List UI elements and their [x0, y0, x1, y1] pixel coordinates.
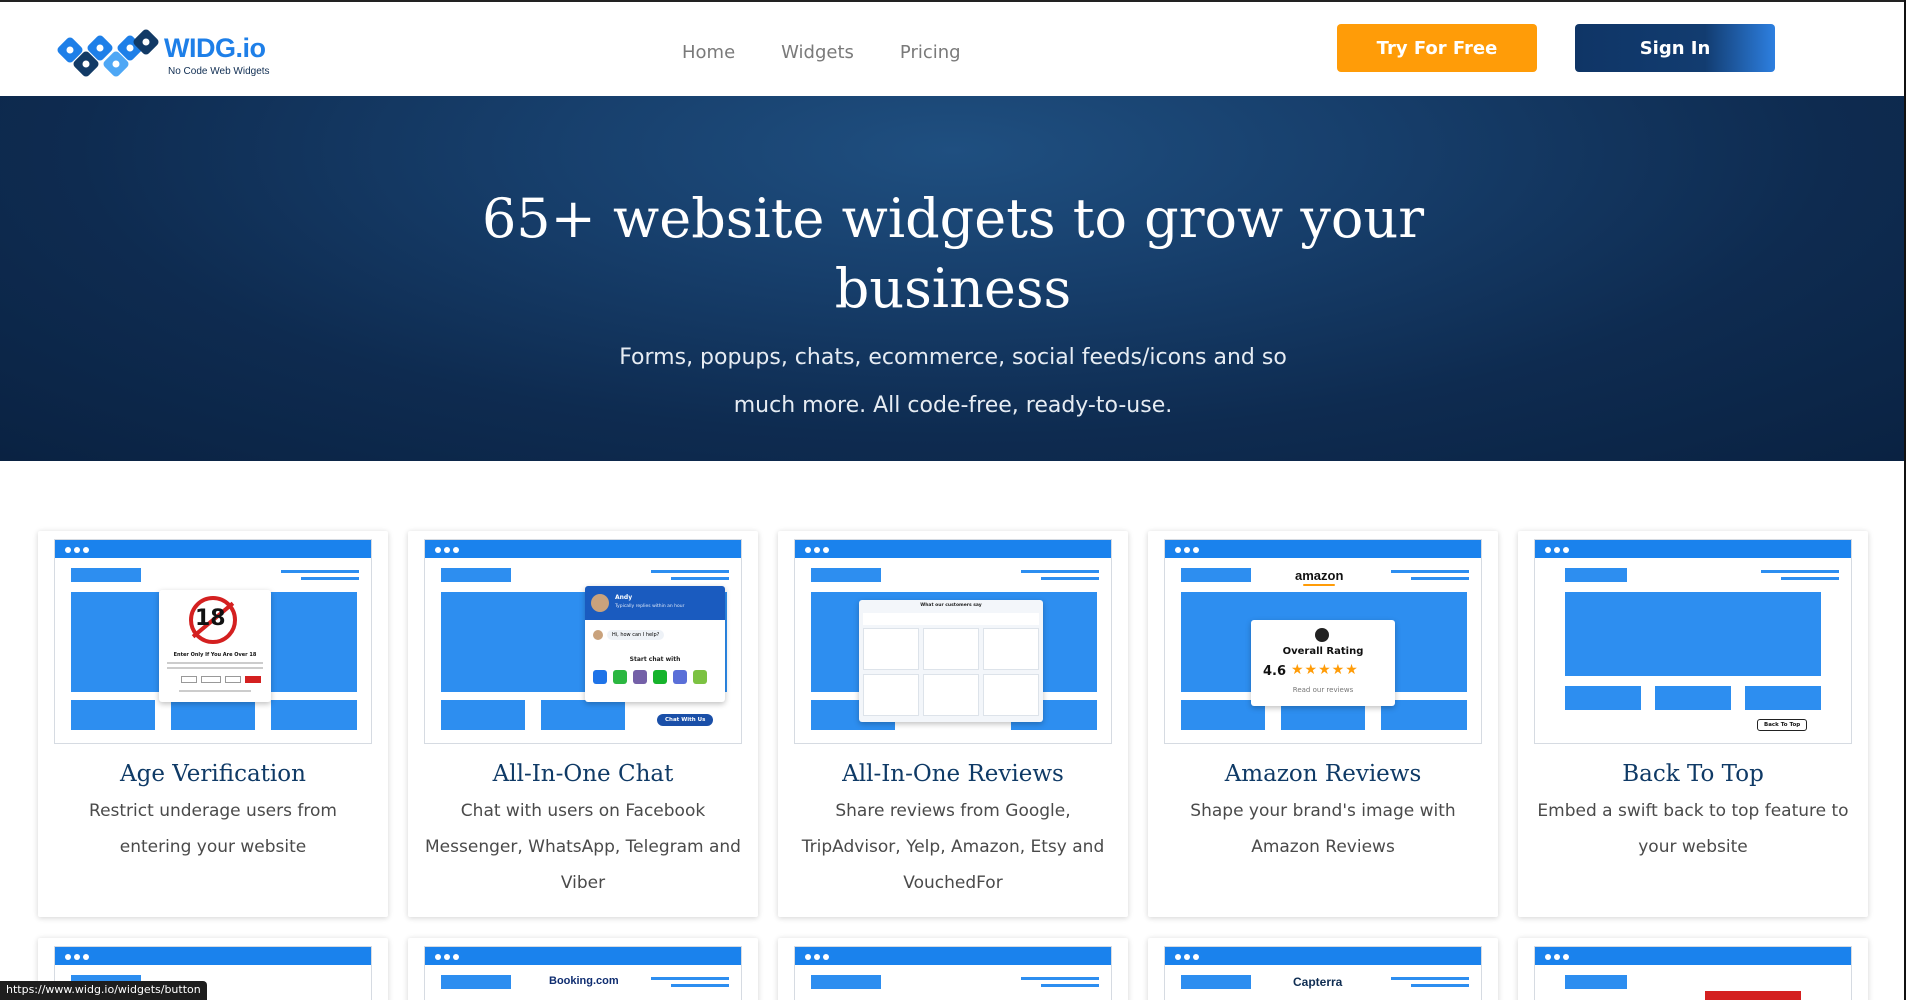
card-description: Embed a swift back to top feature to you… — [1537, 801, 1849, 857]
back-to-top-preview-button: Back To Top — [1757, 719, 1808, 731]
widget-card-row2-2[interactable]: Booking.com — [408, 938, 758, 1000]
widget-card-row2-4[interactable]: Capterra — [1148, 938, 1498, 1000]
widget-card-all-in-one-chat[interactable]: Andy Typically replies within an hour Hi… — [408, 531, 758, 917]
booking-logo: Booking.com — [549, 975, 619, 987]
widget-thumbnail: Booking.com — [424, 946, 742, 1000]
chat-start-label: Start chat with — [629, 656, 681, 663]
widget-thumbnail — [794, 946, 1112, 1000]
widget-card-row2-5[interactable] — [1518, 938, 1868, 1000]
card-description: Restrict underage users from entering yo… — [89, 801, 337, 857]
widget-thumbnail: 18 Enter Only If You Are Over 18 — [54, 539, 372, 744]
card-title: All-In-One Reviews — [842, 761, 1064, 787]
widget-thumbnail: Back To Top — [1534, 539, 1852, 744]
card-title: Age Verification — [120, 761, 306, 787]
hero-subtitle: Forms, popups, chats, ecommerce, social … — [619, 345, 1287, 418]
widget-card-all-in-one-reviews[interactable]: What our customers say All-In-One Review… — [778, 531, 1128, 917]
widget-thumbnail: What our customers say — [794, 539, 1112, 744]
nav-home[interactable]: Home — [682, 42, 735, 63]
widget-thumbnail: amazon Overall Rating 4.6 ★★★★★ Read our… — [1164, 539, 1482, 744]
nav-widgets[interactable]: Widgets — [781, 42, 854, 63]
logo-tagline: No Code Web Widgets — [168, 66, 270, 77]
widget-thumbnail — [1534, 946, 1852, 1000]
card-description: Chat with users on Facebook Messenger, W… — [425, 801, 741, 893]
widget-thumbnail: Capterra — [1164, 946, 1482, 1000]
amazon-rating-value: 4.6 — [1263, 664, 1287, 679]
widget-card-age-verification[interactable]: 18 Enter Only If You Are Over 18 Age Ver… — [38, 531, 388, 917]
capterra-logo: Capterra — [1293, 975, 1343, 989]
card-description: Shape your brand's image with Amazon Rev… — [1190, 801, 1456, 857]
logo-mark-icon — [57, 29, 159, 77]
card-title: All-In-One Chat — [492, 761, 674, 787]
try-for-free-button[interactable]: Try For Free — [1337, 24, 1537, 72]
amazon-logo: amazon — [1295, 568, 1344, 583]
card-description: Share reviews from Google, TripAdvisor, … — [801, 801, 1105, 893]
agent-avatar — [591, 594, 609, 612]
main-nav: Home Widgets Pricing — [682, 42, 961, 63]
widget-card-row2-3[interactable] — [778, 938, 1128, 1000]
widget-card-back-to-top[interactable]: Back To Top Back To Top Embed a swift ba… — [1518, 531, 1868, 917]
sign-in-button[interactable]: Sign In — [1575, 24, 1775, 72]
status-bar-url: https://www.widg.io/widgets/button — [0, 981, 207, 1000]
age-badge: 18 — [195, 606, 226, 631]
chat-status: Typically replies within an hour — [615, 604, 685, 609]
hero-title: 65+ website widgets to grow your busines… — [481, 187, 1425, 320]
amazon-read-reviews: Read our reviews — [1292, 686, 1354, 694]
chat-with-us-button: Chat With Us — [657, 714, 714, 726]
age-heading: Enter Only If You Are Over 18 — [173, 652, 257, 658]
reviews-heading: What our customers say — [920, 603, 982, 608]
logo-text: WIDG.io — [164, 33, 266, 63]
nav-pricing[interactable]: Pricing — [900, 42, 961, 63]
card-title: Amazon Reviews — [1224, 761, 1422, 787]
chat-agent-name: Andy — [615, 594, 633, 601]
widget-thumbnail: Andy Typically replies within an hour Hi… — [424, 539, 742, 744]
hero-section: 65+ website widgets to grow your busines… — [0, 96, 1906, 461]
card-title: Back To Top — [1622, 761, 1764, 787]
chat-message: Hi, how can I help? — [607, 630, 665, 640]
widget-card-amazon-reviews[interactable]: amazon Overall Rating 4.6 ★★★★★ Read our… — [1148, 531, 1498, 917]
amazon-rating-label: Overall Rating — [1282, 646, 1364, 657]
site-header: WIDG.io No Code Web Widgets Home Widgets… — [0, 2, 1906, 96]
site-logo[interactable]: WIDG.io No Code Web Widgets — [56, 26, 286, 80]
amazon-stars: ★★★★★ — [1291, 662, 1359, 678]
amazon-icon — [1315, 628, 1329, 642]
